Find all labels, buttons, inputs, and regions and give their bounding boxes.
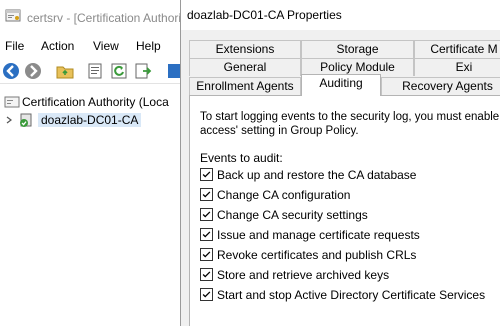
chevron-right-icon[interactable] <box>4 112 14 128</box>
ca-server-check-icon <box>20 113 32 127</box>
tab-certificate-managers[interactable]: Certificate M <box>414 40 500 58</box>
checkbox-checked[interactable] <box>200 228 213 241</box>
tab-storage[interactable]: Storage <box>301 40 414 58</box>
forward-arrow-icon[interactable] <box>24 62 42 80</box>
checkbox-label: Revoke certificates and publish CRLs <box>217 248 417 262</box>
checkbox-checked[interactable] <box>200 288 213 301</box>
auditing-tab-panel: To start logging events to the security … <box>189 95 500 326</box>
checkbox-label: Start and stop Active Directory Certific… <box>217 288 486 302</box>
mmc-title-bar: certsrv - [Certification Authori <box>0 0 190 34</box>
menu-view[interactable]: View <box>93 39 119 53</box>
tree-item-label: doazlab-DC01-CA <box>38 113 142 127</box>
toolbar <box>0 58 190 84</box>
checkbox-checked[interactable] <box>200 168 213 181</box>
tree-item-certification-authority[interactable]: Certification Authority (Loca <box>4 92 190 112</box>
folder-up-icon[interactable] <box>56 62 74 80</box>
checkbox-checked[interactable] <box>200 248 213 261</box>
tab-general[interactable]: General <box>189 58 301 76</box>
menu-bar: File Action View Help <box>0 36 190 56</box>
auditing-intro-text: To start logging events to the security … <box>200 110 500 138</box>
properties-icon[interactable] <box>86 62 104 80</box>
intro-line-2: access' setting in Group Policy. <box>200 125 359 137</box>
tab-exit-module[interactable]: Exi <box>414 58 500 76</box>
checkbox-label: Back up and restore the CA database <box>217 168 417 182</box>
certification-authority-icon <box>4 96 20 108</box>
menu-help[interactable]: Help <box>136 39 161 53</box>
properties-dialog: doazlab-DC01-CA Properties Extensions St… <box>180 0 500 326</box>
checkbox-label: Issue and manage certificate requests <box>217 228 420 242</box>
checkbox-checked[interactable] <box>200 208 213 221</box>
checkbox-checked[interactable] <box>200 268 213 281</box>
back-arrow-icon[interactable] <box>2 62 20 80</box>
tab-auditing[interactable]: Auditing <box>301 74 381 96</box>
checkbox-label: Change CA security settings <box>217 208 368 222</box>
checkbox-label: Store and retrieve archived keys <box>217 268 390 282</box>
menu-file[interactable]: File <box>5 39 24 53</box>
tab-enrollment-agents[interactable]: Enrollment Agents <box>189 77 301 95</box>
tree-item-doazlab-dc01-ca[interactable]: doazlab-DC01-CA <box>4 110 190 130</box>
export-list-icon[interactable] <box>134 62 152 80</box>
certsrv-app-icon <box>5 9 21 22</box>
dialog-title-bar: doazlab-DC01-CA Properties <box>181 0 500 30</box>
mmc-window: certsrv - [Certification Authori File Ac… <box>0 0 190 326</box>
dialog-title: doazlab-DC01-CA Properties <box>187 8 342 22</box>
tab-recovery-agents[interactable]: Recovery Agents <box>381 77 500 95</box>
tree-item-label: Certification Authority (Loca <box>22 95 169 109</box>
intro-line-1: To start logging events to the security … <box>200 111 500 123</box>
checkbox-checked[interactable] <box>200 188 213 201</box>
refresh-icon[interactable] <box>110 62 128 80</box>
menu-action[interactable]: Action <box>41 39 74 53</box>
mmc-title: certsrv - [Certification Authori <box>27 11 182 25</box>
events-to-audit-label: Events to audit: <box>200 151 283 165</box>
tab-extensions[interactable]: Extensions <box>189 40 301 58</box>
checkbox-label: Change CA configuration <box>217 188 351 202</box>
